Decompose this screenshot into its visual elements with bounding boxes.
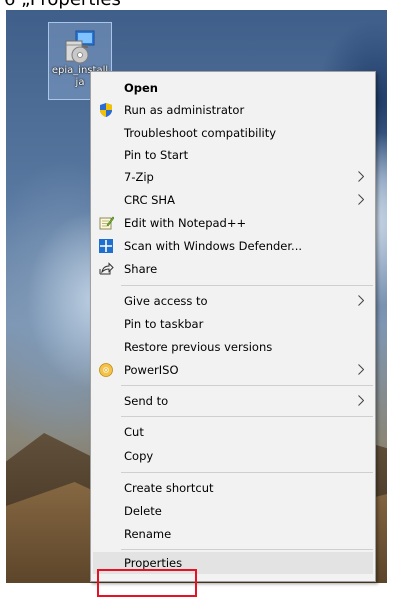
menu-item-send-to[interactable]: Send to: [93, 390, 373, 412]
menu-item-rename[interactable]: Rename: [93, 523, 373, 545]
share-icon: [98, 261, 114, 277]
menu-item-label: Pin to Start: [124, 148, 189, 162]
menu-item-label: CRC SHA: [124, 193, 175, 207]
menu-item-label: Give access to: [124, 294, 208, 308]
menu-item-give-access-to[interactable]: Give access to: [93, 290, 373, 312]
menu-item-label: Restore previous versions: [124, 340, 273, 354]
menu-item-7-zip[interactable]: 7-Zip: [93, 166, 373, 188]
menu-item-run-as-administrator[interactable]: Run as administrator: [93, 99, 373, 121]
chevron-right-icon: [358, 194, 364, 205]
menu-item-pin-to-taskbar[interactable]: Pin to taskbar: [93, 313, 373, 335]
menu-item-label: Cut: [124, 425, 144, 439]
menu-item-label: Edit with Notepad++: [124, 216, 247, 230]
menu-item-label: Scan with Windows Defender...: [124, 239, 303, 253]
installer-icon: [65, 30, 95, 64]
instruction-caption-text: 6 „Properties: [4, 0, 121, 10]
menu-item-label: Troubleshoot compatibility: [124, 126, 277, 140]
menu-separator: [121, 549, 373, 550]
menu-item-create-shortcut[interactable]: Create shortcut: [93, 477, 373, 499]
menu-item-troubleshoot-compatibility[interactable]: Troubleshoot compatibility: [93, 122, 373, 144]
menu-item-open[interactable]: Open: [93, 77, 373, 99]
menu-item-cut[interactable]: Cut: [93, 421, 373, 443]
menu-item-label: 7-Zip: [124, 170, 154, 184]
chevron-right-icon: [358, 364, 364, 375]
menu-item-poweriso[interactable]: PowerISO: [93, 359, 373, 381]
menu-item-label: Copy: [124, 449, 154, 463]
chevron-right-icon: [358, 295, 364, 306]
menu-item-pin-to-start[interactable]: Pin to Start: [93, 144, 373, 166]
menu-item-crc-sha[interactable]: CRC SHA: [93, 189, 373, 211]
uac-shield-icon: [98, 102, 114, 118]
notepad-plus-plus-icon: [98, 215, 115, 231]
menu-item-label: Pin to taskbar: [124, 317, 204, 331]
menu-item-share[interactable]: Share: [93, 258, 373, 280]
menu-separator: [121, 385, 373, 386]
menu-item-label: PowerISO: [124, 363, 179, 377]
menu-item-label: Run as administrator: [124, 103, 245, 117]
menu-item-label: Rename: [124, 527, 172, 541]
menu-item-edit-with-notepad-plus-plus[interactable]: Edit with Notepad++: [93, 212, 373, 234]
chevron-right-icon: [358, 171, 364, 182]
menu-item-label: Create shortcut: [124, 481, 214, 495]
menu-item-restore-previous-versions[interactable]: Restore previous versions: [93, 336, 373, 358]
menu-item-delete[interactable]: Delete: [93, 500, 373, 522]
menu-item-label: Open: [124, 81, 158, 95]
properties-annotation-box: [97, 569, 197, 597]
menu-separator: [121, 285, 373, 286]
menu-item-copy[interactable]: Copy: [93, 445, 373, 467]
menu-item-label: Share: [124, 262, 158, 276]
menu-item-label: Delete: [124, 504, 162, 518]
windows-defender-icon: [98, 238, 114, 254]
poweriso-disc-icon: [98, 362, 114, 378]
menu-separator: [121, 416, 373, 417]
chevron-right-icon: [358, 395, 364, 406]
instruction-caption: 6 „Properties: [0, 0, 393, 10]
menu-item-scan-with-windows-defender[interactable]: Scan with Windows Defender...: [93, 235, 373, 257]
context-menu: Open Run as administrator Troubleshoot c…: [90, 71, 376, 582]
menu-separator: [121, 472, 373, 473]
menu-item-label: Send to: [124, 394, 169, 408]
